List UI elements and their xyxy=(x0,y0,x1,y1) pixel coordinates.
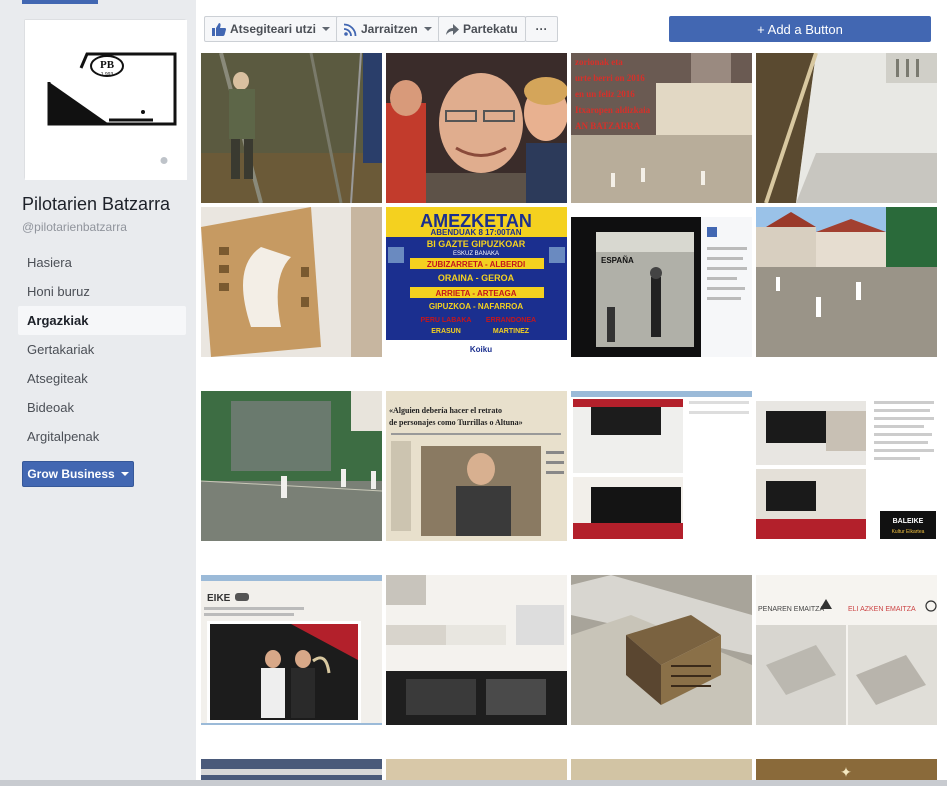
photo-project-board[interactable] xyxy=(386,575,567,725)
more-options-icon: ··· xyxy=(535,22,548,36)
photo-outdoor-fronton-game[interactable] xyxy=(756,207,937,357)
sidebar-item-gertakariak[interactable]: Gertakariak xyxy=(18,335,186,364)
xmas-line-1: zorionak eta xyxy=(575,57,623,67)
photo-fronton-render-collage[interactable] xyxy=(571,391,752,541)
photo-viewer-espana[interactable]: ESPAÑA xyxy=(571,207,752,357)
sidebar-item-bideoak[interactable]: Bideoak xyxy=(18,393,186,422)
photo-xmas-card-fronton[interactable]: zorionak eta urte berri on 2016 en un fe… xyxy=(571,53,752,203)
photo-cardboard-model[interactable] xyxy=(201,207,382,357)
sidebar-item-argitalpenak[interactable]: Argitalpenak xyxy=(18,422,186,451)
follow-button[interactable]: Jarraitzen xyxy=(336,16,440,42)
photo-forest-workers[interactable] xyxy=(201,53,382,203)
poster-line-8: ERRANDONEA xyxy=(486,317,536,324)
like-button[interactable]: Atsegiteari utzi xyxy=(204,16,339,42)
espana-label: ESPAÑA xyxy=(601,256,634,265)
poster-line-1: BI GAZTE GIPUZKOAR xyxy=(427,239,526,249)
chevron-down-icon xyxy=(423,27,432,31)
photo-amezketan-poster[interactable]: AMEZKETAN ABENDUAK 8 17:00TAN BI GAZTE G… xyxy=(386,207,567,357)
photo-award-ceremony[interactable]: EIKE xyxy=(201,575,382,725)
eike-label: EIKE xyxy=(207,593,231,604)
photo-elderly-man-smiling[interactable] xyxy=(386,53,567,203)
thumbs-up-icon xyxy=(212,22,226,36)
share-button[interactable]: Partekatu xyxy=(438,16,526,42)
photo-baleike-collage[interactable]: BALEIKE Kultur Elkartea xyxy=(756,391,937,541)
like-label: Atsegiteari utzi xyxy=(230,22,317,36)
photos-panel: Atsegiteari utzi Jarraitzen Partekatu ··… xyxy=(196,0,947,786)
grow-business-button[interactable]: Grow Business xyxy=(22,461,134,487)
sidebar-item-atsegiteak[interactable]: Atsegiteak xyxy=(18,364,186,393)
xmas-line-2: urte berri on 2016 xyxy=(575,73,645,83)
ematzea-2: ELI AZKEN EMAITZA xyxy=(848,606,916,613)
baleike-sub: Kultur Elkartea xyxy=(892,529,925,535)
sidebar-item-honi-buruz[interactable]: Honi buruz xyxy=(18,277,186,306)
poster-line-7: PERU LABAKA xyxy=(421,317,472,324)
xmas-line-3: en un feliz 2016 xyxy=(575,89,635,99)
chevron-down-icon xyxy=(322,27,331,31)
page-username[interactable]: @pilotarienbatzarra xyxy=(22,220,127,234)
baleike-label: BALEIKE xyxy=(893,518,924,525)
sidebar-nav: Hasiera Honi buruz Argazkiak Gertakariak… xyxy=(18,248,186,451)
add-button-label: + Add a Button xyxy=(757,21,843,37)
photo-competition-results[interactable]: PENAREN EMAITZA ELI AZKEN EMAITZA xyxy=(756,575,937,725)
svg-text:✦: ✦ xyxy=(840,764,852,780)
poster-line-11: Koiku xyxy=(470,345,492,354)
photo-fronton-model-interior[interactable] xyxy=(756,53,937,203)
follow-label: Jarraitzen xyxy=(361,22,418,36)
poster-date: ABENDUAK 8 17:00TAN xyxy=(431,228,522,237)
poster-line-6: GIPUZKOA - NAFARROA xyxy=(429,302,524,311)
photo-urban-model[interactable] xyxy=(571,575,752,725)
sidebar-item-argazkiak[interactable]: Argazkiak xyxy=(18,306,186,335)
page-action-bar: Atsegiteari utzi Jarraitzen Partekatu ··… xyxy=(196,0,947,48)
camera-icon[interactable] xyxy=(155,152,173,166)
more-options-button[interactable]: ··· xyxy=(525,16,558,42)
horizontal-scrollbar[interactable] xyxy=(0,780,947,786)
ematzea-1: PENAREN EMAITZA xyxy=(758,606,824,613)
photo-indoor-fronton-players[interactable] xyxy=(201,391,382,541)
share-label: Partekatu xyxy=(463,22,518,36)
poster-line-10: MARTINEZ xyxy=(493,328,530,335)
logo-year: 1.993 xyxy=(101,72,114,78)
poster-line-3: ZUBIZARRETA - ALBERDI xyxy=(427,260,525,269)
page-title[interactable]: Pilotarien Batzarra xyxy=(22,194,170,215)
rss-icon xyxy=(344,23,357,36)
share-arrow-icon xyxy=(446,23,459,35)
article-headline-1: «Alguien debería hacer el retrato xyxy=(389,406,502,415)
poster-line-5: ARRIETA - ARTEAGA xyxy=(435,289,516,298)
xmas-line-4: Itxaropen aldizkaia xyxy=(575,105,651,115)
add-a-button[interactable]: + Add a Button xyxy=(669,16,931,42)
sidebar-item-hasiera[interactable]: Hasiera xyxy=(18,248,186,277)
logo-letters: PB xyxy=(100,59,115,71)
profile-picture[interactable]: PB 1.993 xyxy=(24,19,187,180)
poster-line-4: ORAINA - GEROA xyxy=(438,273,515,283)
grow-business-label: Grow Business xyxy=(27,467,115,481)
poster-line-2: ESKUZ BANAKA xyxy=(453,251,499,257)
poster-line-9: ERASUN xyxy=(431,328,461,335)
photo-newspaper-article[interactable]: «Alguien debería hacer el retrato de per… xyxy=(386,391,567,541)
left-sidebar: PB 1.993 Pilotarien Batzarra @pilotarien… xyxy=(0,0,196,786)
xmas-line-5: AN BATZARRA xyxy=(575,121,641,131)
chevron-down-icon xyxy=(120,472,129,476)
facebook-page: PB 1.993 Pilotarien Batzarra @pilotarien… xyxy=(0,0,947,786)
article-headline-2: de personajes como Turrillas o Altuna» xyxy=(389,418,523,427)
